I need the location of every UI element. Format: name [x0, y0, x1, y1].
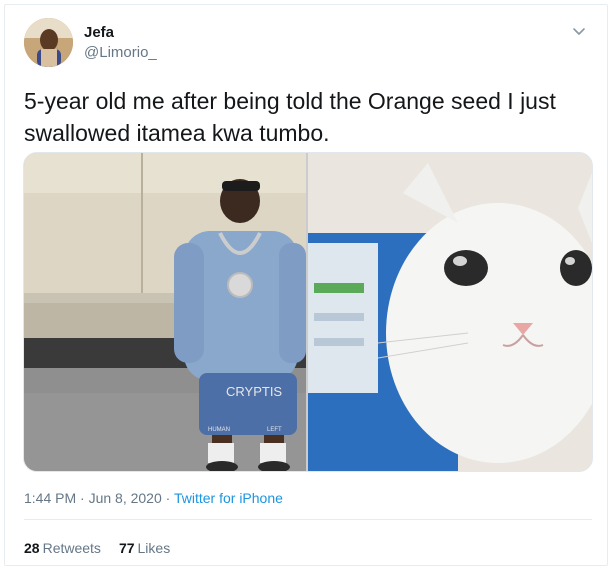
source-link[interactable]: Twitter for iPhone — [174, 490, 283, 506]
shorts-text: CRYPTIS — [226, 384, 282, 399]
avatar[interactable] — [24, 18, 73, 67]
tweet-text: 5-year old me after being told the Orang… — [24, 88, 556, 146]
tweet-meta: 1:44 PM · Jun 8, 2020 · Twitter for iPho… — [24, 489, 283, 507]
media-grid: CRYPTIS HUMAN LEFT — [23, 152, 593, 472]
shorts-text-3: LEFT — [267, 427, 282, 433]
avatar-image — [24, 18, 73, 67]
divider — [24, 519, 592, 520]
tweet-card: Jefa @Limorio_ 5-year old me after being… — [4, 4, 608, 566]
likes-label: Likes — [137, 540, 171, 556]
tweet-stats: 28 Retweets 77 Likes — [24, 539, 170, 557]
chevron-down-icon[interactable] — [571, 23, 587, 39]
likes-stat[interactable]: 77 Likes — [119, 539, 170, 557]
timestamp[interactable]: 1:44 PM · Jun 8, 2020 — [24, 490, 162, 506]
author-block: Jefa @Limorio_ — [84, 24, 157, 63]
likes-count: 77 — [118, 540, 135, 556]
retweets-count: 28 — [24, 540, 40, 556]
user-handle[interactable]: @Limorio_ — [84, 43, 157, 63]
photo-crying-cat[interactable] — [308, 153, 592, 471]
meta-separator: · — [161, 490, 174, 506]
display-name[interactable]: Jefa — [84, 24, 157, 42]
photo-man-by-car[interactable]: CRYPTIS HUMAN LEFT — [24, 153, 306, 471]
retweets-stat[interactable]: 28 Retweets — [24, 539, 101, 557]
retweets-label: Retweets — [42, 540, 101, 556]
shorts-text-2: HUMAN — [208, 427, 230, 433]
